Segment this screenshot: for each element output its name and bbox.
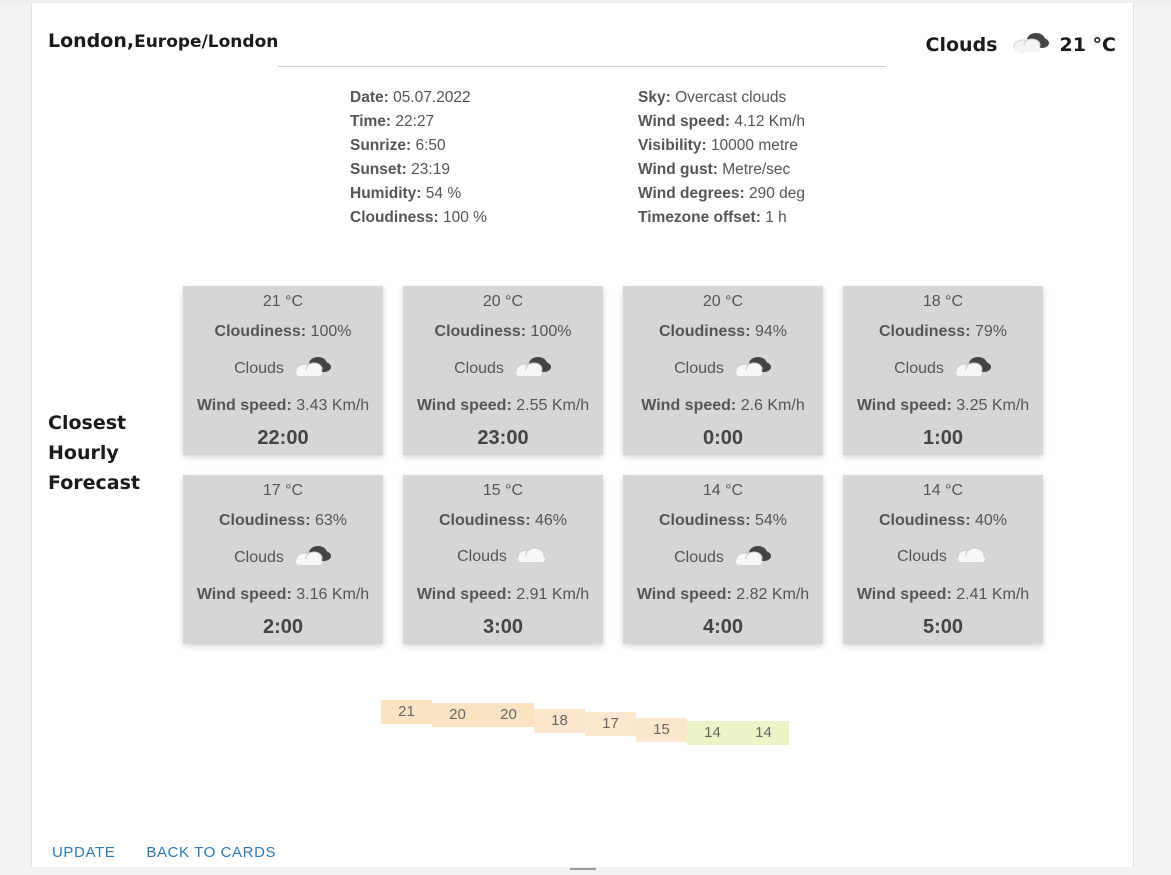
forecast-card: 14 °C Cloudiness: 54% Clouds Wind speed: 2.… xyxy=(623,475,823,644)
card-cloudiness: Cloudiness: 100% xyxy=(214,323,352,340)
card-temperature: 14 °C xyxy=(702,482,744,499)
details-right: Sky: Overcast clouds Wind speed: 4.12 Km… xyxy=(638,86,805,230)
card-cloudiness: Cloudiness: 100% xyxy=(434,323,572,340)
forecast-card: 20 °C Cloudiness: 100% Clouds Wind speed: 2… xyxy=(403,286,603,455)
details-left: Date: 05.07.2022 Time: 22:27 Sunrize: 6:… xyxy=(350,86,487,230)
temperature-cell: 17 xyxy=(585,712,636,736)
card-hour: 22:00 xyxy=(257,427,309,449)
detail-wind-gust: Wind gust: Metre/sec xyxy=(638,161,791,178)
card-condition: Clouds xyxy=(623,354,823,383)
city-name: London, xyxy=(48,30,135,52)
card-temperature: 20 °C xyxy=(482,293,524,310)
detail-time: Time: 22:27 xyxy=(350,113,435,130)
detail-timezone-offset: Timezone offset: 1 h xyxy=(638,209,787,226)
card-hour: 2:00 xyxy=(262,616,304,638)
card-cloudiness: Cloudiness: 63% xyxy=(218,512,348,529)
cloud-dark-icon xyxy=(1008,30,1050,59)
card-condition: Clouds xyxy=(183,543,383,572)
temperature-strip: 21 20 20 18 17 15 14 14 xyxy=(381,700,801,760)
card-temperature: 14 °C xyxy=(922,482,964,499)
cloud-dark-icon xyxy=(510,354,552,383)
cloud-dark-icon xyxy=(290,354,332,383)
card-condition: Clouds xyxy=(403,354,603,383)
detail-wind-degrees: Wind degrees: 290 deg xyxy=(638,185,805,202)
detail-cloudiness: Cloudiness: 100 % xyxy=(350,209,487,226)
card-cloudiness: Cloudiness: 94% xyxy=(658,323,788,340)
current-weather: Clouds 21 °C xyxy=(926,30,1116,59)
card-wind-speed: Wind speed: 2.91 Km/h xyxy=(416,586,590,603)
temperature-cell: 14 xyxy=(738,721,789,745)
temperature-cell: 20 xyxy=(432,703,483,727)
current-condition: Clouds xyxy=(925,33,998,56)
detail-sky: Sky: Overcast clouds xyxy=(638,89,787,106)
card-condition: Clouds xyxy=(623,543,823,572)
detail-date: Date: 05.07.2022 xyxy=(350,89,471,106)
forecast-card: 18 °C Cloudiness: 79% Clouds Wind speed: 3.… xyxy=(843,286,1043,455)
card-wind-speed: Wind speed: 3.16 Km/h xyxy=(196,586,370,603)
cloud-dark-icon xyxy=(730,543,772,572)
card-temperature: 15 °C xyxy=(482,482,524,499)
temperature-cell: 20 xyxy=(483,703,534,727)
temperature-cell: 14 xyxy=(687,721,738,745)
forecast-card: 15 °C Cloudiness: 46% Clouds Wind speed: 2.… xyxy=(403,475,603,644)
card-temperature: 17 °C xyxy=(262,482,304,499)
detail-sunrise: Sunrize: 6:50 xyxy=(350,137,446,154)
card-hour: 3:00 xyxy=(482,616,524,638)
cloud-dark-icon xyxy=(730,354,772,383)
temperature-cell: 21 xyxy=(381,700,432,724)
detail-sunset: Sunset: 23:19 xyxy=(350,161,450,178)
card-temperature: 20 °C xyxy=(702,293,744,310)
card-hour: 4:00 xyxy=(702,616,744,638)
location-title: London,Europe/London xyxy=(48,30,278,52)
card-hour: 1:00 xyxy=(922,427,964,449)
card-wind-speed: Wind speed: 2.6 Km/h xyxy=(641,397,805,414)
card-hour: 5:00 xyxy=(922,616,964,638)
footer-actions: UPDATE BACK TO CARDS xyxy=(52,844,276,861)
cloud-light-icon xyxy=(953,543,989,570)
temperature-cell: 15 xyxy=(636,718,687,742)
cloud-dark-icon xyxy=(950,354,992,383)
forecast-grid: 21 °C Cloudiness: 100% Clouds Wind speed: 3… xyxy=(183,286,1043,644)
card-condition: Clouds xyxy=(403,543,603,570)
card-cloudiness: Cloudiness: 54% xyxy=(658,512,788,529)
card-condition: Clouds xyxy=(843,354,1043,383)
card-cloudiness: Cloudiness: 79% xyxy=(878,323,1008,340)
update-button[interactable]: UPDATE xyxy=(52,844,115,861)
detail-wind-speed: Wind speed: 4.12 Km/h xyxy=(638,113,805,130)
card-cloudiness: Cloudiness: 46% xyxy=(438,512,568,529)
forecast-card: 14 °C Cloudiness: 40% Clouds Wind speed: 2.… xyxy=(843,475,1043,644)
card-hour: 23:00 xyxy=(477,427,529,449)
card-temperature: 18 °C xyxy=(922,293,964,310)
forecast-title: Closest Hourly Forecast xyxy=(48,412,140,494)
current-temperature: 21 °C xyxy=(1059,33,1117,56)
detail-humidity: Humidity: 54 % xyxy=(350,185,462,202)
cloud-dark-icon xyxy=(290,543,332,572)
card-wind-speed: Wind speed: 2.41 Km/h xyxy=(856,586,1030,603)
card-cloudiness: Cloudiness: 40% xyxy=(878,512,1008,529)
forecast-card: 17 °C Cloudiness: 63% Clouds Wind speed: 3.… xyxy=(183,475,383,644)
temperature-cell: 18 xyxy=(534,709,585,733)
card-hour: 0:00 xyxy=(702,427,744,449)
back-to-cards-button[interactable]: BACK TO CARDS xyxy=(146,844,276,861)
cloud-light-icon xyxy=(513,543,549,570)
forecast-card: 21 °C Cloudiness: 100% Clouds Wind speed: 3… xyxy=(183,286,383,455)
card-condition: Clouds xyxy=(843,543,1043,570)
detail-visibility: Visibility: 10000 metre xyxy=(638,137,798,154)
header-divider xyxy=(278,66,886,67)
card-wind-speed: Wind speed: 3.25 Km/h xyxy=(856,397,1030,414)
card-condition: Clouds xyxy=(183,354,383,383)
card-wind-speed: Wind speed: 2.82 Km/h xyxy=(636,586,810,603)
card-wind-speed: Wind speed: 3.43 Km/h xyxy=(196,397,370,414)
timezone-name: Europe/London xyxy=(134,32,279,52)
card-temperature: 21 °C xyxy=(262,293,304,310)
forecast-card: 20 °C Cloudiness: 94% Clouds Wind speed: 2.… xyxy=(623,286,823,455)
scrollbar-handle[interactable] xyxy=(570,868,596,875)
card-wind-speed: Wind speed: 2.55 Km/h xyxy=(416,397,590,414)
